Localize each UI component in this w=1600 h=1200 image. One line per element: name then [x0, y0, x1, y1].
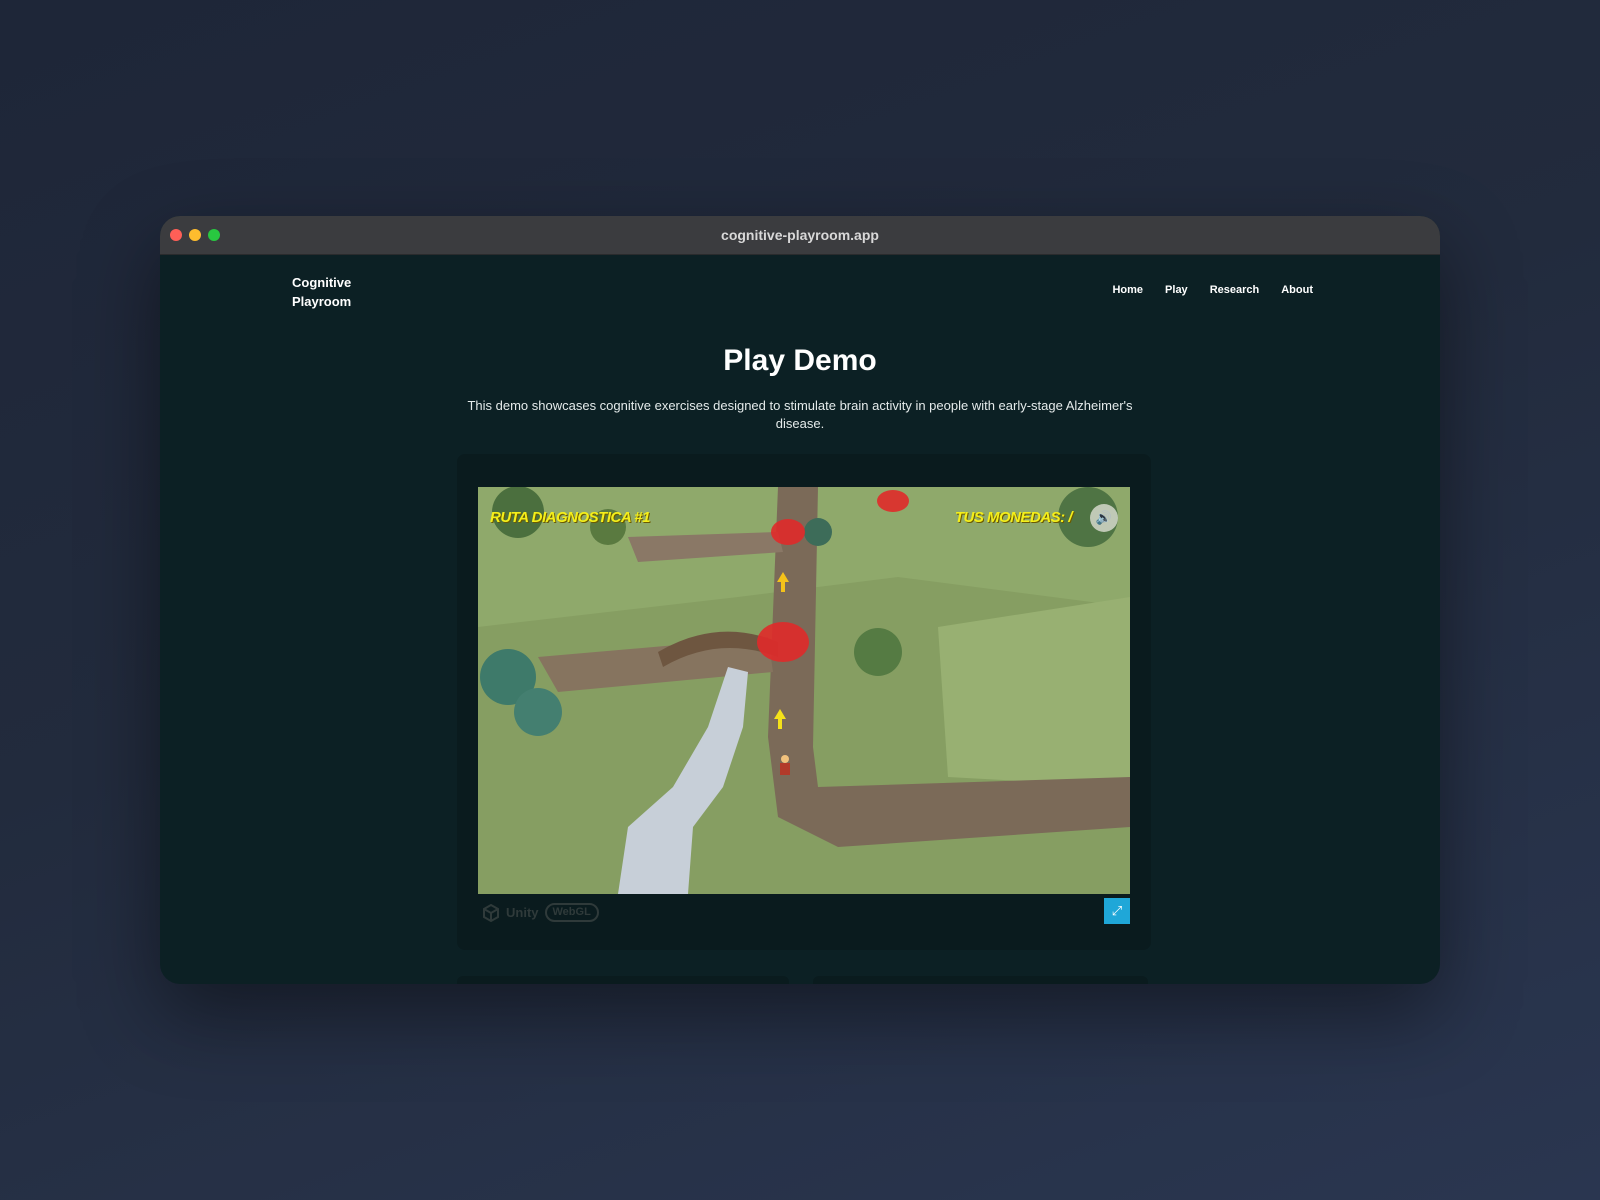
- unity-logo: Unity WebGL: [482, 903, 599, 922]
- main-nav: Home Play Research About: [1112, 284, 1313, 296]
- browser-window: cognitive-playroom.app Cognitive Playroo…: [160, 216, 1440, 984]
- nav-research[interactable]: Research: [1210, 284, 1260, 296]
- webgl-badge: WebGL: [544, 903, 599, 922]
- nav-play[interactable]: Play: [1165, 284, 1188, 296]
- logo-line-2: Playroom: [292, 294, 352, 309]
- tree: [514, 688, 562, 736]
- page-description: This demo showcases cognitive exercises …: [467, 398, 1133, 431]
- coins-label: TUS MONEDAS: /: [954, 509, 1073, 526]
- nav-home[interactable]: Home: [1112, 284, 1143, 296]
- unity-text: Unity: [506, 905, 539, 920]
- site-logo[interactable]: Cognitive Playroom: [292, 273, 372, 311]
- card-preview-left: [457, 976, 789, 984]
- red-ring: [757, 622, 809, 662]
- player-head: [781, 755, 789, 763]
- fullscreen-icon[interactable]: ⤢: [1104, 898, 1130, 924]
- game-card: RUTA DIAGNOSTICA #1 TUS MONEDAS: / 🔊 Uni…: [457, 454, 1151, 950]
- tree: [804, 518, 832, 546]
- grass-terrain-right: [938, 597, 1130, 787]
- route-label: RUTA DIAGNOSTICA #1: [490, 509, 650, 526]
- browser-titlebar: cognitive-playroom.app: [160, 216, 1440, 255]
- red-ring: [771, 519, 805, 545]
- speaker-icon[interactable]: 🔊: [1090, 504, 1118, 532]
- nav-about[interactable]: About: [1281, 284, 1313, 296]
- game-footer: Unity WebGL ⤢: [478, 894, 1130, 930]
- red-ring: [877, 490, 909, 512]
- game-scene: [478, 487, 1130, 894]
- logo-line-1: Cognitive: [292, 275, 352, 290]
- site-header: Cognitive Playroom Home Play Research Ab…: [160, 255, 1440, 325]
- player-body: [780, 763, 790, 775]
- card-preview-right: [813, 976, 1148, 984]
- url-text[interactable]: cognitive-playroom.app: [160, 227, 1440, 243]
- game-canvas[interactable]: RUTA DIAGNOSTICA #1 TUS MONEDAS: / 🔊: [478, 487, 1130, 894]
- page-title: Play Demo: [723, 344, 877, 377]
- unity-cube-icon: [483, 903, 499, 922]
- tree: [854, 628, 902, 676]
